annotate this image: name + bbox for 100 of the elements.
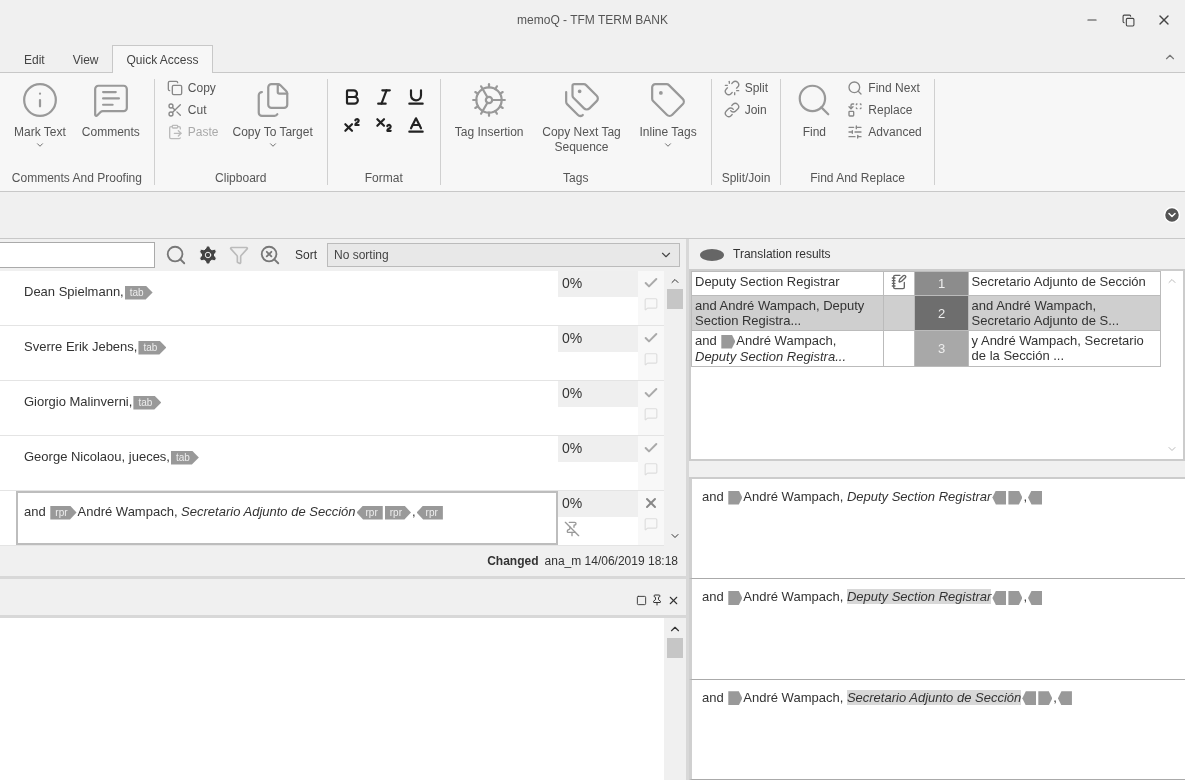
ribbon-button[interactable]: Inline Tags [635, 79, 701, 152]
caret-icon [663, 140, 674, 150]
group-label: Find And Replace [809, 171, 906, 185]
ribbon-button[interactable]: Join [721, 101, 770, 119]
ribbon-tab[interactable]: View [58, 45, 113, 73]
text-run: , [1023, 489, 1027, 504]
match-number: 2 [914, 295, 969, 331]
search-field[interactable] [0, 242, 155, 268]
window-title: memoQ - TFM TERM BANK [517, 13, 668, 27]
status-label: Changed [487, 554, 539, 568]
results-icon [699, 247, 725, 261]
status-detail: ana_m 14/06/2019 18:18 [544, 554, 678, 568]
text-run: Deputy Section Registrar [695, 274, 840, 289]
scroll-thumb[interactable] [667, 289, 683, 309]
caret-icon [267, 140, 278, 150]
filter-search-button[interactable] [165, 244, 187, 266]
text-run: , [412, 504, 416, 519]
inline-tag: rpr [50, 505, 77, 520]
segment-cell[interactable]: Giorgio Malinverni, tab [16, 381, 558, 435]
restore-icon [1121, 13, 1135, 27]
inline-tag: tab [138, 340, 167, 355]
text-run: André Wampach, [743, 589, 845, 605]
ribbon-button[interactable]: Copy To Target [228, 79, 317, 152]
source-cell[interactable]: and André Wampach, Deputy Section Registra... [691, 295, 884, 331]
ribbon-button[interactable]: Advanced [845, 123, 924, 141]
ribbon-button[interactable]: Tag Insertion [450, 79, 528, 142]
text-run: André Wampach, [77, 504, 179, 519]
dropdown-icon[interactable] [1163, 206, 1181, 224]
settings-button[interactable] [197, 244, 219, 266]
match-number: 1 [914, 271, 969, 296]
inline-tag: tab [133, 395, 162, 410]
text-run: and [695, 333, 718, 348]
search-icon [847, 80, 864, 96]
gear-icon [470, 81, 509, 119]
ribbon-button[interactable]: Split [721, 79, 770, 97]
scissors-icon [166, 102, 183, 118]
target-cell[interactable]: y André Wampach, Secretario de la Sección ... [968, 330, 1161, 367]
ribbon-button[interactable]: Copy Next Tag Sequence [535, 79, 628, 157]
inline-tag: rpr [416, 505, 443, 520]
text-run: Dean Spielmann, [24, 284, 124, 299]
italic-text: Secretario Adjunto de Sección [181, 504, 356, 519]
group-label: Split/Join [721, 171, 771, 185]
replace-icon [847, 102, 864, 118]
text-run: and [24, 504, 47, 519]
text-run: André Wampach, [743, 689, 845, 705]
match-rate: 0% [558, 436, 638, 462]
link-icon [723, 102, 740, 118]
float-icon[interactable] [636, 594, 647, 606]
scroll-thumb[interactable] [667, 638, 683, 658]
ribbon-button[interactable]: Cut [164, 101, 221, 119]
text-run: André Wampach, [736, 333, 837, 348]
match-rate: 0% [558, 326, 638, 352]
ribbon-tab[interactable]: Edit [10, 45, 59, 73]
highlighted-text: Deputy Section Registrar [846, 589, 992, 605]
caret-icon [34, 140, 45, 150]
sort-label: Sort [295, 248, 317, 262]
text-run: and André Wampach, Deputy Section Registra... [695, 298, 865, 328]
sort-dropdown[interactable]: No sorting [327, 243, 680, 267]
panel-title: Translation results [733, 247, 831, 261]
inline-tag: tab [124, 285, 153, 300]
tags-icon [562, 81, 601, 119]
inline-tag: rpr [356, 505, 383, 520]
match-rate: 0% [558, 491, 638, 517]
inline-tag: tab [171, 450, 199, 465]
split-icon [723, 80, 740, 96]
inline-tag: rpr [384, 505, 411, 520]
sliders-icon [847, 124, 864, 140]
text-run: and [702, 489, 725, 504]
segment-cell[interactable]: Sverre Erik Jebens, tab [16, 326, 558, 380]
ribbon-button[interactable]: Mark Text [10, 79, 70, 152]
clear-search-button[interactable] [259, 244, 281, 266]
group-label: Clipboard [214, 171, 268, 185]
note-icon [891, 274, 908, 290]
source-cell[interactable]: Deputy Section Registrar [691, 271, 884, 296]
ribbon-button[interactable]: Find [791, 79, 838, 142]
segment-cell[interactable]: Dean Spielmann, tab [16, 271, 558, 325]
tag-icon [649, 81, 688, 119]
copy-icon [166, 80, 183, 96]
highlighted-text: Secretario Adjunto de Sección [846, 689, 1022, 705]
ribbon-tab[interactable]: Quick Access [112, 45, 213, 73]
text-run: André Wampach, [743, 489, 845, 504]
segment-cell[interactable]: George Nicolaou, jueces, tab [16, 436, 558, 490]
text-run: Sverre Erik Jebens, [24, 339, 138, 354]
match-rate: 0% [558, 381, 638, 407]
text-run: George Nicolaou, jueces, [24, 449, 170, 464]
source-cell[interactable]: and André Wampach, Deputy Section Registra... [691, 330, 884, 367]
italic-text: Deputy Section Registrar [846, 489, 992, 504]
target-cell[interactable]: and André Wampach, Secretario Adjunto de S... [968, 295, 1161, 331]
match-number: 3 [914, 330, 969, 367]
ribbon-button[interactable]: Comments [77, 79, 144, 142]
ribbon-button[interactable]: Find Next [845, 79, 924, 97]
target-cell[interactable]: Secretario Adjunto de Sección [968, 271, 1161, 296]
ribbon-button[interactable]: Replace [845, 101, 924, 119]
ribbon-button[interactable]: Copy [164, 79, 221, 97]
text-run: , [1023, 589, 1027, 605]
group-label: Format [363, 171, 404, 185]
pin-icon[interactable] [651, 594, 663, 606]
italic-text: Deputy Section Registra... [695, 348, 847, 364]
text-run: and [702, 689, 725, 705]
segment-cell[interactable]: and rpr André Wampach, Secretario Adjunto de Sección rpr rpr , rpr [16, 491, 558, 545]
